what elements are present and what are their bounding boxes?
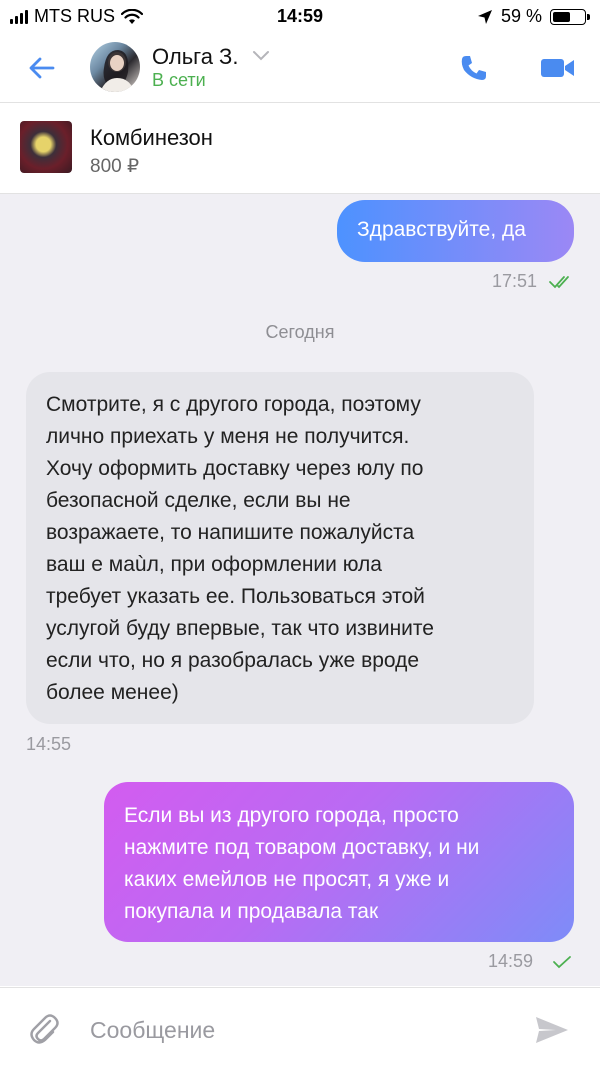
check-icon: [553, 956, 571, 969]
product-card[interactable]: Комбинезон 800 ₽: [0, 103, 600, 194]
status-bar: MTS RUS 14:59 59 %: [0, 0, 600, 36]
date-separator: Сегодня: [265, 322, 335, 342]
status-right: 59 %: [477, 6, 590, 27]
double-check-icon: [549, 276, 569, 289]
message-list[interactable]: Здравствуйте, да 17:51 Сегодня Смотрите,…: [0, 194, 600, 986]
message-time: 17:51: [492, 271, 538, 291]
message-input[interactable]: [88, 1010, 512, 1050]
avatar-image: [100, 50, 134, 92]
message-time: 14:59: [488, 951, 534, 971]
chevron-down-icon[interactable]: [252, 50, 270, 62]
paperclip-icon[interactable]: [28, 1012, 60, 1048]
battery-percent: 59 %: [500, 6, 542, 26]
video-camera-icon[interactable]: [540, 56, 576, 80]
location-arrow-icon: [477, 9, 492, 24]
product-thumbnail[interactable]: [20, 121, 72, 173]
avatar[interactable]: [90, 42, 140, 92]
chat-header: Ольга З. В сети: [0, 36, 600, 103]
message-time: 14:55: [26, 734, 72, 754]
back-arrow-icon[interactable]: [26, 52, 58, 84]
contact-name[interactable]: Ольга З.: [152, 44, 238, 70]
product-title: Комбинезон: [90, 125, 213, 150]
message-incoming[interactable]: Смотрите, я с другого города, поэтому ли…: [26, 372, 534, 724]
composer: [0, 987, 600, 1067]
message-outgoing[interactable]: Если вы из другого города, просто нажмит…: [104, 782, 574, 942]
send-icon[interactable]: [534, 1014, 570, 1046]
battery-fill: [553, 11, 570, 22]
product-price: 800 ₽: [90, 156, 140, 177]
battery-icon: [550, 8, 590, 25]
online-status: В сети: [152, 70, 206, 90]
phone-icon[interactable]: [458, 52, 490, 84]
message-outgoing[interactable]: Здравствуйте, да: [337, 200, 574, 262]
